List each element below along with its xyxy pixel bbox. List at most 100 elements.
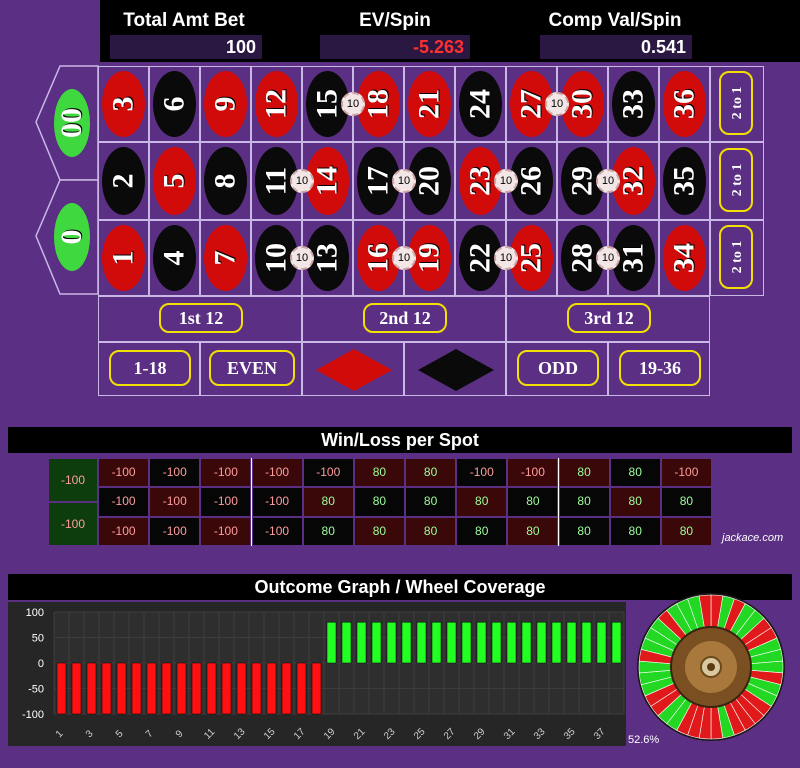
dozen-first[interactable]: 1st 12 [159, 303, 243, 333]
number-cell[interactable]: 8 [200, 142, 251, 220]
column-bet-bottom[interactable]: 2 to 1 [719, 225, 753, 289]
number-cell[interactable]: 6 [149, 66, 200, 142]
number-cell[interactable]: 3 [98, 66, 149, 142]
number-cell[interactable]: 35 [659, 142, 710, 220]
winloss-zero-cell: -100 [48, 502, 98, 546]
dozen-second-cell[interactable]: 2nd 12 [302, 296, 506, 342]
column-bet-top-cell[interactable]: 2 to 1 [710, 66, 764, 142]
bet-red-cell[interactable] [302, 342, 404, 396]
x-tick-label: 27 [442, 726, 458, 742]
outcome-bar [266, 662, 277, 715]
bet-1-18-cell[interactable]: 1-18 [98, 342, 200, 396]
number-cell[interactable]: 4 [149, 220, 200, 296]
x-tick-label: 19 [322, 726, 338, 742]
bet-1-18[interactable]: 1-18 [109, 350, 191, 386]
winloss-cell: -100 [98, 458, 150, 488]
winloss-cell: 80 [456, 516, 508, 546]
bet-chip[interactable]: 10 [596, 169, 620, 193]
column-bet-middle-label: 2 to 1 [730, 163, 745, 197]
bet-chip[interactable]: 10 [392, 246, 416, 270]
winloss-cell: -100 [251, 487, 303, 517]
number-cell[interactable]: 2 [98, 142, 149, 220]
number-label: 18 [361, 89, 395, 119]
number-cell[interactable]: 33 [608, 66, 659, 142]
number-cell[interactable]: 36 [659, 66, 710, 142]
bet-chip[interactable]: 10 [545, 92, 569, 116]
number-label: 1 [106, 250, 140, 266]
outcome-bar [86, 662, 97, 715]
column-bet-top[interactable]: 2 to 1 [719, 71, 753, 135]
outcome-bar [476, 621, 487, 664]
outcome-bar [296, 662, 307, 715]
number-cell[interactable]: 12 [251, 66, 302, 142]
number-label: 11 [259, 166, 293, 196]
y-tick-label: -100 [22, 709, 44, 721]
number-cell[interactable]: 21 [404, 66, 455, 142]
bet-chip[interactable]: 10 [290, 169, 314, 193]
number-label: 27 [514, 89, 548, 119]
x-tick-label: 9 [174, 728, 186, 740]
number-cell[interactable]: 1 [98, 220, 149, 296]
outcome-bar [386, 621, 397, 664]
winloss-cell: 80 [609, 487, 661, 517]
dozen-first-cell[interactable]: 1st 12 [98, 296, 302, 342]
number-label: 10 [259, 243, 293, 273]
number-label: 28 [565, 243, 599, 273]
bet-chip[interactable]: 10 [494, 169, 518, 193]
outcome-bar [221, 662, 232, 715]
outcome-bar [56, 662, 67, 715]
bet-19-36[interactable]: 19-36 [619, 350, 701, 386]
outcome-bar [251, 662, 262, 715]
bet-chip[interactable]: 10 [494, 246, 518, 270]
x-tick-label: 35 [562, 726, 578, 742]
bet-19-36-cell[interactable]: 19-36 [608, 342, 710, 396]
winloss-cell: 80 [405, 458, 457, 488]
bet-even[interactable]: EVEN [209, 350, 295, 386]
number-cell[interactable]: 9 [200, 66, 251, 142]
bet-even-cell[interactable]: EVEN [200, 342, 302, 396]
column-bet-middle-cell[interactable]: 2 to 1 [710, 142, 764, 220]
winloss-cell: -100 [200, 458, 252, 488]
number-cell[interactable]: 7 [200, 220, 251, 296]
bet-odd-cell[interactable]: ODD [506, 342, 608, 396]
number-label: 2 [106, 173, 140, 189]
column-bet-middle[interactable]: 2 to 1 [719, 148, 753, 212]
dozen-second[interactable]: 2nd 12 [363, 303, 447, 333]
number-label: 31 [616, 243, 650, 273]
bet-chip[interactable]: 10 [290, 246, 314, 270]
x-tick-label: 33 [532, 726, 548, 742]
winloss-zero-cell: -100 [48, 458, 98, 502]
credit-text: jackace.com [722, 532, 784, 544]
winloss-cell: -100 [98, 516, 150, 546]
number-label: 7 [208, 250, 242, 266]
winloss-cell: 80 [353, 516, 405, 546]
bet-chip[interactable]: 10 [596, 246, 620, 270]
outcome-bar [236, 662, 247, 715]
number-cell[interactable]: 34 [659, 220, 710, 296]
bet-chip[interactable]: 10 [341, 92, 365, 116]
number-cell[interactable]: 24 [455, 66, 506, 142]
bet-odd[interactable]: ODD [517, 350, 599, 386]
bet-chip[interactable]: 10 [392, 169, 416, 193]
number-label: 17 [361, 166, 395, 196]
black-diamond-icon [418, 349, 494, 391]
winloss-cell: -100 [302, 458, 354, 488]
winloss-cell: 80 [558, 458, 610, 488]
dozen-third[interactable]: 3rd 12 [567, 303, 651, 333]
outcome-bar [596, 621, 607, 664]
wheel-coverage [637, 593, 785, 741]
dozen-third-cell[interactable]: 3rd 12 [506, 296, 710, 342]
outcome-bar [446, 621, 457, 664]
bet-black-cell[interactable] [404, 342, 506, 396]
x-tick-label: 31 [502, 726, 518, 742]
winloss-cell: 80 [558, 516, 610, 546]
outcome-bar [416, 621, 427, 664]
outcome-bar [206, 662, 217, 715]
number-cell[interactable]: 5 [149, 142, 200, 220]
winloss-cell: 80 [507, 487, 559, 517]
y-tick-label: 100 [26, 607, 44, 619]
outcome-bar [431, 621, 442, 664]
number-label: 16 [361, 243, 395, 273]
column-bet-bottom-cell[interactable]: 2 to 1 [710, 220, 764, 296]
number-label: 21 [412, 89, 446, 119]
